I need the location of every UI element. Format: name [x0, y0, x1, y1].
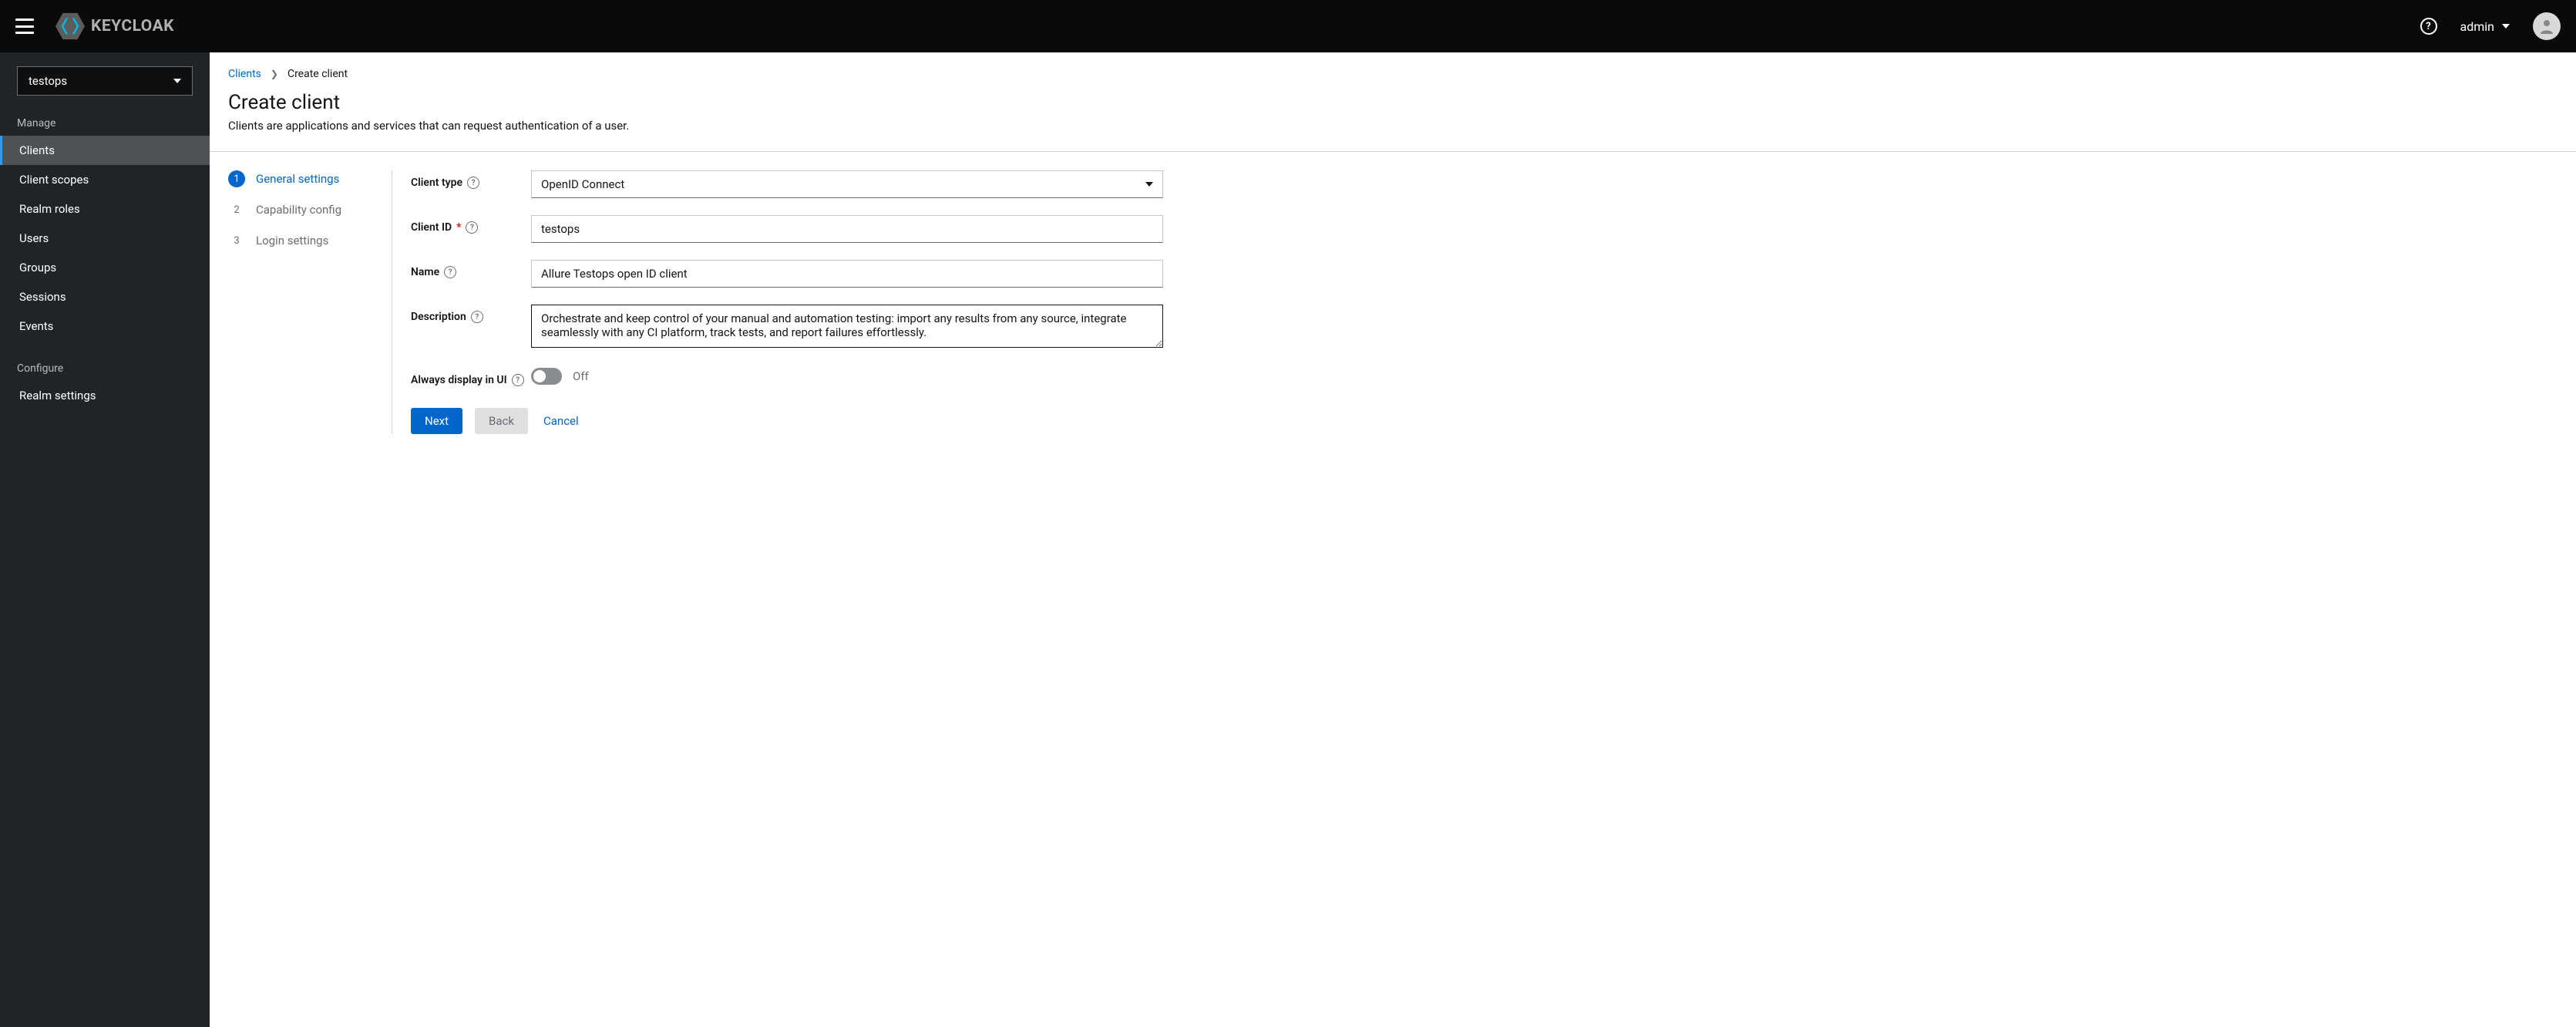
help-icon[interactable]: ? — [467, 177, 479, 189]
breadcrumb-link-clients[interactable]: Clients — [228, 68, 261, 80]
realm-selector[interactable]: testops — [17, 66, 193, 96]
sidebar-item-label: Clients — [19, 143, 55, 157]
sidebar-item-users[interactable]: Users — [0, 224, 210, 253]
description-label: Description ? — [411, 305, 531, 323]
main-content: Clients ❯ Create client Create client Cl… — [210, 52, 2576, 1027]
back-button: Back — [475, 408, 528, 434]
next-button[interactable]: Next — [411, 408, 462, 434]
sidebar-item-label: Realm settings — [19, 389, 96, 402]
sidebar-item-label: Users — [19, 231, 49, 245]
page-description: Clients are applications and services th… — [228, 119, 2558, 133]
realm-selected-value: testops — [29, 74, 67, 88]
toggle-state-text: Off — [573, 369, 589, 383]
sidebar: testops Manage Clients Client scopes Rea… — [0, 52, 210, 1027]
help-icon[interactable]: ? — [512, 374, 524, 386]
client-type-label: Client type ? — [411, 170, 531, 189]
sidebar-item-label: Realm roles — [19, 202, 80, 216]
user-name: admin — [2460, 19, 2494, 34]
wizard-button-row: Next Back Cancel — [411, 408, 1163, 434]
wizard-nav: 1 General settings 2 Capability config 3… — [228, 170, 392, 434]
brand-logo[interactable]: KEYCLOAK — [55, 12, 174, 40]
client-type-select[interactable]: OpenID Connect — [531, 170, 1163, 198]
name-input[interactable] — [531, 260, 1163, 288]
hamburger-menu-icon[interactable] — [15, 19, 34, 34]
step-label: General settings — [256, 172, 339, 186]
sidebar-item-label: Sessions — [19, 290, 66, 304]
client-id-label: Client ID * ? — [411, 215, 531, 234]
sidebar-section-configure: Configure — [0, 355, 210, 381]
sidebar-item-sessions[interactable]: Sessions — [0, 282, 210, 311]
brand-text: KEYCLOAK — [91, 17, 174, 35]
chevron-down-icon — [2502, 24, 2510, 29]
sidebar-item-label: Client scopes — [19, 173, 89, 187]
user-menu[interactable]: admin — [2460, 19, 2510, 34]
wizard-form: Client type ? OpenID Connect Clien — [392, 170, 1163, 434]
keycloak-mark-icon — [55, 12, 85, 40]
app-header: KEYCLOAK ? admin — [0, 0, 2576, 52]
always-display-label: Always display in UI ? — [411, 368, 531, 386]
sidebar-item-events[interactable]: Events — [0, 311, 210, 341]
page-header: Create client Clients are applications a… — [210, 86, 2576, 152]
step-number: 1 — [228, 170, 245, 187]
required-marker: * — [456, 221, 461, 234]
chevron-down-icon — [173, 79, 181, 83]
sidebar-item-realm-roles[interactable]: Realm roles — [0, 194, 210, 224]
sidebar-item-realm-settings[interactable]: Realm settings — [0, 381, 210, 410]
wizard-step-general-settings[interactable]: 1 General settings — [228, 170, 373, 187]
sidebar-item-groups[interactable]: Groups — [0, 253, 210, 282]
breadcrumb: Clients ❯ Create client — [210, 52, 2576, 86]
help-icon[interactable]: ? — [466, 221, 478, 234]
client-id-input[interactable] — [531, 215, 1163, 243]
name-label: Name ? — [411, 260, 531, 278]
sidebar-item-label: Groups — [19, 261, 56, 274]
wizard-step-login-settings[interactable]: 3 Login settings — [228, 232, 373, 249]
step-number: 3 — [228, 232, 245, 249]
step-label: Login settings — [256, 234, 328, 247]
cancel-button[interactable]: Cancel — [540, 408, 582, 434]
user-icon — [2537, 17, 2556, 35]
wizard-step-capability-config[interactable]: 2 Capability config — [228, 201, 373, 218]
sidebar-item-clients[interactable]: Clients — [0, 136, 210, 165]
avatar[interactable] — [2533, 12, 2561, 40]
sidebar-item-client-scopes[interactable]: Client scopes — [0, 165, 210, 194]
toggle-knob — [533, 370, 546, 382]
help-icon[interactable]: ? — [444, 266, 456, 278]
step-label: Capability config — [256, 203, 341, 217]
page-title: Create client — [228, 91, 2558, 114]
help-icon[interactable]: ? — [471, 311, 483, 323]
sidebar-section-manage: Manage — [0, 109, 210, 136]
always-display-toggle[interactable] — [531, 368, 562, 385]
client-type-value: OpenID Connect — [541, 177, 624, 191]
description-textarea[interactable] — [531, 305, 1163, 348]
breadcrumb-current: Create client — [288, 68, 348, 80]
chevron-right-icon: ❯ — [271, 69, 278, 79]
help-icon[interactable]: ? — [2420, 18, 2437, 35]
step-number: 2 — [228, 201, 245, 218]
sidebar-item-label: Events — [19, 319, 53, 333]
chevron-down-icon — [1145, 182, 1153, 187]
